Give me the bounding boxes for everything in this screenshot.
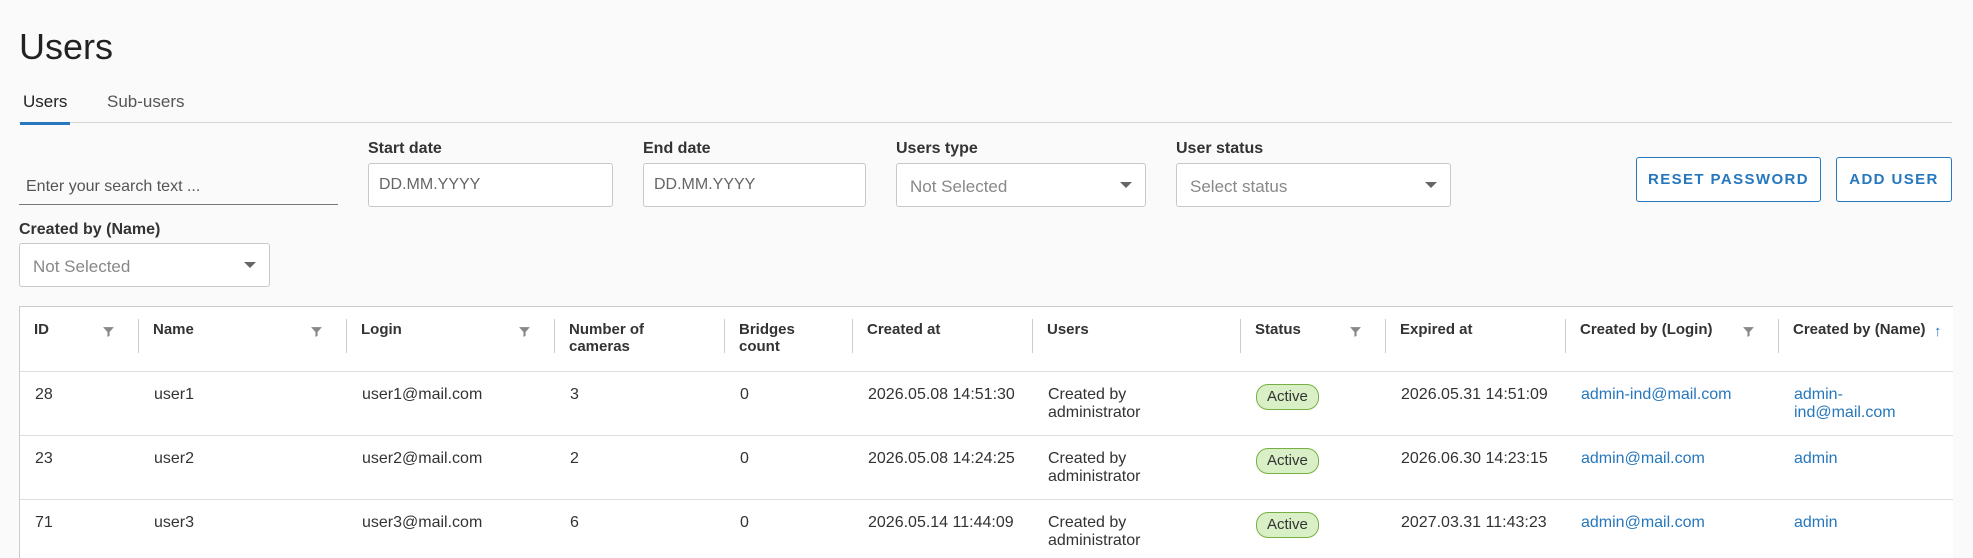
start-date-input[interactable]	[368, 163, 613, 207]
column-header-label: Created at	[867, 321, 941, 338]
cell-id: 23	[35, 450, 53, 467]
column-header-label: Name	[153, 321, 194, 338]
cell-users: Created by administrator	[1048, 450, 1141, 485]
status-badge: Active	[1256, 448, 1319, 474]
column-header-status[interactable]: Status	[1241, 307, 1386, 371]
status-badge: Active	[1256, 384, 1319, 410]
created-by-name-value: Not Selected	[33, 257, 131, 276]
end-date-input[interactable]	[643, 163, 866, 207]
filter-icon[interactable]	[1349, 325, 1362, 338]
cell-login: user3@mail.com	[362, 514, 483, 531]
cell-bridges: 0	[740, 450, 749, 467]
cell-created-by-name-link[interactable]: admin	[1779, 514, 1853, 532]
cell-cameras: 6	[570, 514, 579, 531]
status-badge: Active	[1256, 512, 1319, 538]
column-header-label: Created by (Login)	[1580, 321, 1713, 338]
add-user-button[interactable]: ADD USER	[1836, 157, 1952, 202]
cell-bridges: 0	[740, 514, 749, 531]
users-type-label: Users type	[896, 140, 978, 157]
cell-login: user2@mail.com	[362, 450, 483, 467]
column-header-expired-at[interactable]: Expired at	[1386, 307, 1566, 371]
column-header-users[interactable]: Users	[1033, 307, 1241, 371]
start-date-label: Start date	[368, 140, 442, 157]
tab-sub-users[interactable]: Sub-users	[107, 92, 184, 123]
arrow-up-icon[interactable]: ↑	[1934, 323, 1942, 340]
filter-icon[interactable]	[1742, 325, 1755, 338]
page-title: Users	[19, 26, 114, 67]
column-header-label: Login	[361, 321, 402, 338]
chevron-down-icon	[1425, 182, 1437, 188]
cell-created-by-name-link[interactable]: admin-ind@mail.com	[1779, 386, 1953, 422]
users-type-value: Not Selected	[910, 177, 1008, 196]
user-status-label: User status	[1176, 140, 1264, 157]
cell-bridges: 0	[740, 386, 749, 403]
column-header-name[interactable]: Name	[139, 307, 347, 371]
cell-expired-at: 2026.06.30 14:23:15	[1401, 450, 1548, 467]
end-date-label: End date	[643, 140, 711, 157]
cell-expired-at: 2027.03.31 11:43:23	[1401, 514, 1547, 531]
cell-cameras: 2	[570, 450, 579, 467]
users-type-select[interactable]: Not Selected	[896, 163, 1146, 207]
created-by-name-label: Created by (Name)	[19, 221, 161, 238]
cell-created-by-login-link[interactable]: admin-ind@mail.com	[1566, 386, 1747, 404]
column-header-login[interactable]: Login	[347, 307, 555, 371]
cell-name: user2	[154, 450, 195, 467]
user-status-value: Select status	[1190, 177, 1288, 196]
column-header-created-by-name[interactable]: Created by (Name) ↑	[1779, 307, 1953, 371]
filter-icon[interactable]	[102, 325, 115, 338]
cell-status: Active	[1241, 512, 1334, 538]
cell-users: Created by administrator	[1048, 386, 1141, 421]
table-row[interactable]: 71 user3 user3@mail.com 6 0 2026.05.14 1…	[20, 500, 1953, 558]
tab-users[interactable]: Users	[19, 92, 71, 125]
cell-users: Created by administrator	[1048, 514, 1141, 549]
column-header-created-by-login[interactable]: Created by (Login)	[1566, 307, 1779, 371]
user-status-select[interactable]: Select status	[1176, 163, 1451, 207]
tab-bar: Users Sub-users	[19, 92, 1952, 125]
chevron-down-icon	[244, 262, 256, 268]
cell-expired-at: 2026.05.31 14:51:09	[1401, 386, 1548, 403]
column-header-label: Number of cameras	[569, 321, 644, 355]
cell-created-at: 2026.05.08 14:51:30	[868, 386, 1015, 403]
cell-status: Active	[1241, 384, 1334, 410]
cell-id: 71	[35, 514, 53, 531]
filter-icon[interactable]	[310, 325, 323, 338]
column-header-label: Created by (Name)	[1793, 321, 1926, 338]
cell-created-by-login-link[interactable]: admin@mail.com	[1566, 450, 1720, 468]
column-header-number-of-cameras[interactable]: Number of cameras	[555, 307, 725, 371]
cell-cameras: 3	[570, 386, 579, 403]
cell-created-at: 2026.05.08 14:24:25	[868, 450, 1015, 467]
cell-created-by-name-link[interactable]: admin	[1779, 450, 1853, 468]
table-row[interactable]: 28 user1 user1@mail.com 3 0 2026.05.08 1…	[20, 372, 1953, 436]
cell-name: user3	[154, 514, 195, 531]
cell-created-at: 2026.05.14 11:44:09	[868, 514, 1014, 531]
reset-password-button[interactable]: RESET PASSWORD	[1636, 157, 1821, 202]
users-table: ID Name Login Number of cameras Bridges …	[19, 306, 1953, 558]
cell-created-by-login-link[interactable]: admin@mail.com	[1566, 514, 1720, 532]
table-row[interactable]: 23 user2 user2@mail.com 2 0 2026.05.08 1…	[20, 436, 1953, 500]
column-header-created-at[interactable]: Created at	[853, 307, 1033, 371]
column-header-label: Expired at	[1400, 321, 1473, 338]
chevron-down-icon	[1120, 182, 1132, 188]
created-by-name-select[interactable]: Not Selected	[19, 243, 270, 287]
column-header-bridges-count[interactable]: Bridges count	[725, 307, 853, 371]
column-header-label: Users	[1047, 321, 1089, 338]
cell-name: user1	[154, 386, 195, 403]
column-header-id[interactable]: ID	[20, 307, 139, 371]
cell-login: user1@mail.com	[362, 386, 483, 403]
filter-icon[interactable]	[518, 325, 531, 338]
cell-id: 28	[35, 386, 53, 403]
table-header: ID Name Login Number of cameras Bridges …	[20, 307, 1953, 372]
column-header-label: Bridges count	[739, 321, 795, 355]
cell-status: Active	[1241, 448, 1334, 474]
search-input[interactable]	[19, 170, 338, 205]
